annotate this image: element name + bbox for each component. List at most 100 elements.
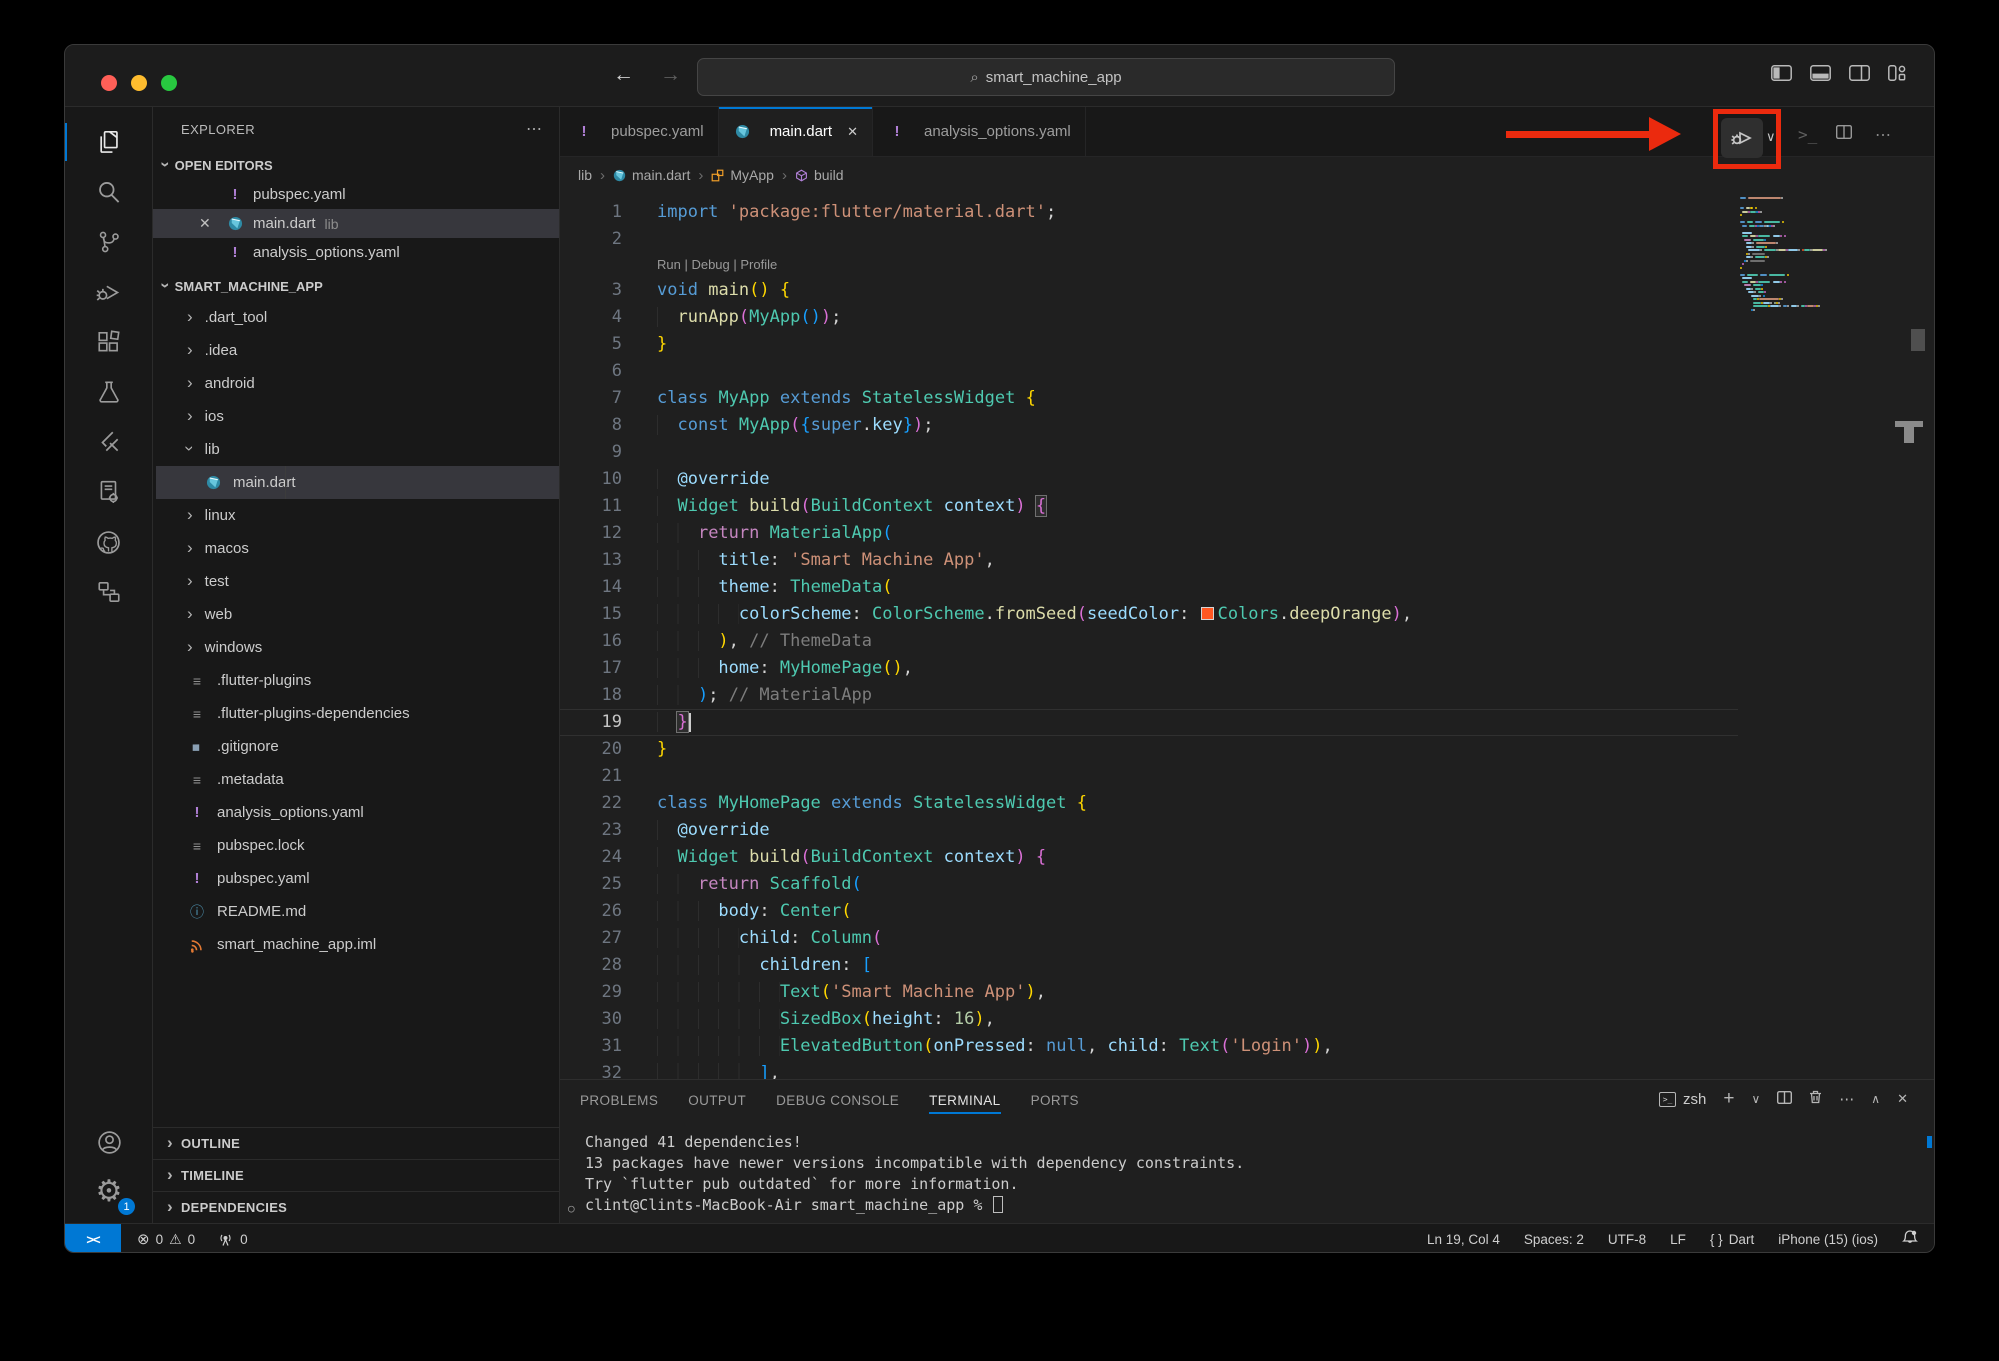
split-terminal-icon[interactable] [1777, 1091, 1792, 1108]
code-line-24[interactable]: 24 Widget build(BuildContext context) { [560, 844, 1738, 871]
code-line-23[interactable]: 23 @override [560, 817, 1738, 844]
tab-main.dart[interactable]: main.dart✕ [719, 107, 873, 156]
encoding-status[interactable]: UTF-8 [1608, 1232, 1646, 1247]
broadcast-status[interactable]: 0 [217, 1232, 248, 1247]
panel-tab-output[interactable]: OUTPUT [688, 1080, 746, 1120]
terminal-shell-chip[interactable]: >_ zsh [1659, 1091, 1706, 1108]
zoom-window-button[interactable] [161, 75, 177, 91]
breadcrumb-item-lib[interactable]: lib [578, 167, 592, 183]
open-editor-item[interactable]: !analysis_options.yaml [153, 238, 559, 267]
remote-explorer-icon[interactable] [65, 567, 153, 617]
tree-file-README.md[interactable]: ⓘREADME.md [153, 895, 559, 928]
code-line-22[interactable]: 22class MyHomePage extends StatelessWidg… [560, 790, 1738, 817]
code-line-13[interactable]: 13 title: 'Smart Machine App', [560, 547, 1738, 574]
settings-gear-icon[interactable]: ⚙ 1 [65, 1167, 153, 1217]
tab-pubspec.yaml[interactable]: !pubspec.yaml [560, 107, 719, 156]
terminal-prompt[interactable]: ○clint@Clints-MacBook-Air smart_machine_… [585, 1195, 1914, 1216]
code-line-18[interactable]: 18 ); // MaterialApp [560, 682, 1738, 709]
tree-file-pubspec.yaml[interactable]: !pubspec.yaml [153, 862, 559, 895]
panel-tab-terminal[interactable]: TERMINAL [929, 1080, 1000, 1120]
code-line-2[interactable]: 2 [560, 226, 1738, 253]
sidebar-section-outline[interactable]: ›OUTLINE [153, 1127, 559, 1159]
customize-layout-icon[interactable] [1888, 65, 1906, 81]
testing-icon[interactable] [65, 367, 153, 417]
code-line-3[interactable]: 3void main() { [560, 277, 1738, 304]
code-line-20[interactable]: 20} [560, 736, 1738, 763]
tree-folder-android[interactable]: ›android [153, 367, 559, 400]
eol-status[interactable]: LF [1670, 1232, 1686, 1247]
code-line-15[interactable]: 15 colorScheme: ColorScheme.fromSeed(see… [560, 601, 1738, 628]
explorer-icon[interactable] [65, 117, 153, 167]
extensions-icon[interactable] [65, 317, 153, 367]
tree-folder-.dart_tool[interactable]: ›.dart_tool [153, 301, 559, 334]
tree-file-.gitignore[interactable]: ◆.gitignore [153, 730, 559, 763]
sidebar-section-timeline[interactable]: ›TIMELINE [153, 1159, 559, 1191]
code-line-5[interactable]: 5} [560, 331, 1738, 358]
panel-tab-debug-console[interactable]: DEBUG CONSOLE [776, 1080, 899, 1120]
code-line-27[interactable]: 27 child: Column( [560, 925, 1738, 952]
project-icon[interactable] [65, 467, 153, 517]
code-line-16[interactable]: 16 ), // ThemeData [560, 628, 1738, 655]
code-line-31[interactable]: 31 ElevatedButton(onPressed: null, child… [560, 1033, 1738, 1060]
close-tab-icon[interactable]: ✕ [847, 124, 858, 140]
panel-tab-problems[interactable]: PROBLEMS [580, 1080, 658, 1120]
code-line-21[interactable]: 21 [560, 763, 1738, 790]
code-line-9[interactable]: 9 [560, 439, 1738, 466]
sidebar-section-dependencies[interactable]: ›DEPENDENCIES [153, 1191, 559, 1223]
run-debug-icon[interactable] [65, 267, 153, 317]
back-arrow-icon[interactable]: ← [613, 63, 634, 87]
minimap[interactable] [1740, 197, 1902, 1079]
open-editor-item[interactable]: ✕main.dartlib [153, 209, 559, 238]
code-line-6[interactable]: 6 [560, 358, 1738, 385]
code-line-8[interactable]: 8 const MyApp({super.key}); [560, 412, 1738, 439]
toggle-sidebar-icon[interactable] [1771, 65, 1792, 81]
command-center-search[interactable]: ⌕ smart_machine_app [697, 58, 1395, 96]
tree-folder-linux[interactable]: ›linux [153, 499, 559, 532]
notifications-bell-icon[interactable] [1902, 1229, 1918, 1249]
indentation-status[interactable]: Spaces: 2 [1524, 1232, 1584, 1247]
breadcrumb-item-MyApp[interactable]: MyApp [711, 167, 774, 183]
panel-more-actions-icon[interactable]: ⋯ [1839, 1090, 1854, 1108]
open-editor-item[interactable]: !pubspec.yaml [153, 180, 559, 209]
kill-terminal-icon[interactable] [1809, 1090, 1822, 1108]
tab-analysis_options.yaml[interactable]: !analysis_options.yaml [873, 107, 1086, 156]
code-line-17[interactable]: 17 home: MyHomePage(), [560, 655, 1738, 682]
cursor-position-status[interactable]: Ln 19, Col 4 [1427, 1232, 1500, 1247]
github-icon[interactable] [65, 517, 153, 567]
code-line-7[interactable]: 7class MyApp extends StatelessWidget { [560, 385, 1738, 412]
tree-folder-lib[interactable]: ›lib [153, 433, 559, 466]
tree-folder-macos[interactable]: ›macos [153, 532, 559, 565]
code-line-25[interactable]: 25 return Scaffold( [560, 871, 1738, 898]
tree-file-smart_machine_app.iml[interactable]: smart_machine_app.iml [153, 928, 559, 961]
open-editors-header[interactable]: › OPEN EDITORS [153, 151, 559, 180]
code-line-26[interactable]: 26 body: Center( [560, 898, 1738, 925]
code-line-14[interactable]: 14 theme: ThemeData( [560, 574, 1738, 601]
tree-folder-ios[interactable]: ›ios [153, 400, 559, 433]
tree-file-.metadata[interactable]: ≡.metadata [153, 763, 559, 796]
remote-indicator[interactable]: >< [65, 1224, 121, 1253]
explorer-more-actions-icon[interactable]: ⋯ [526, 119, 543, 139]
code-editor[interactable]: 1import 'package:flutter/material.dart';… [560, 193, 1934, 1079]
toggle-secondary-sidebar-icon[interactable] [1849, 65, 1870, 81]
source-control-icon[interactable] [65, 217, 153, 267]
code-line-4[interactable]: 4 runApp(MyApp()); [560, 304, 1738, 331]
code-line-1[interactable]: 1import 'package:flutter/material.dart'; [560, 199, 1738, 226]
tree-folder-test[interactable]: ›test [153, 565, 559, 598]
maximize-panel-icon[interactable]: ∧ [1871, 1092, 1880, 1106]
tree-file-.flutter-plugins-dependencies[interactable]: ≡.flutter-plugins-dependencies [153, 697, 559, 730]
tree-file-analysis_options.yaml[interactable]: !analysis_options.yaml [153, 796, 559, 829]
tree-file-main.dart[interactable]: main.dart [153, 466, 559, 499]
terminal-output[interactable]: Changed 41 dependencies!13 packages have… [560, 1120, 1914, 1223]
terminal-dropdown-icon[interactable]: ∨ [1752, 1092, 1761, 1106]
code-line-19[interactable]: 19 } [560, 709, 1738, 736]
code-line-32[interactable]: 32 ], [560, 1060, 1738, 1079]
terminal-scrollbar[interactable] [1927, 1136, 1932, 1148]
forward-arrow-icon[interactable]: → [660, 63, 681, 87]
close-panel-icon[interactable]: ✕ [1897, 1091, 1908, 1107]
search-icon[interactable] [65, 167, 153, 217]
code-line-10[interactable]: 10 @override [560, 466, 1738, 493]
problems-status[interactable]: ⊗ 0 ⚠ 0 [137, 1230, 195, 1248]
code-line-30[interactable]: 30 SizedBox(height: 16), [560, 1006, 1738, 1033]
close-window-button[interactable] [101, 75, 117, 91]
language-status[interactable]: { } Dart [1710, 1232, 1754, 1247]
